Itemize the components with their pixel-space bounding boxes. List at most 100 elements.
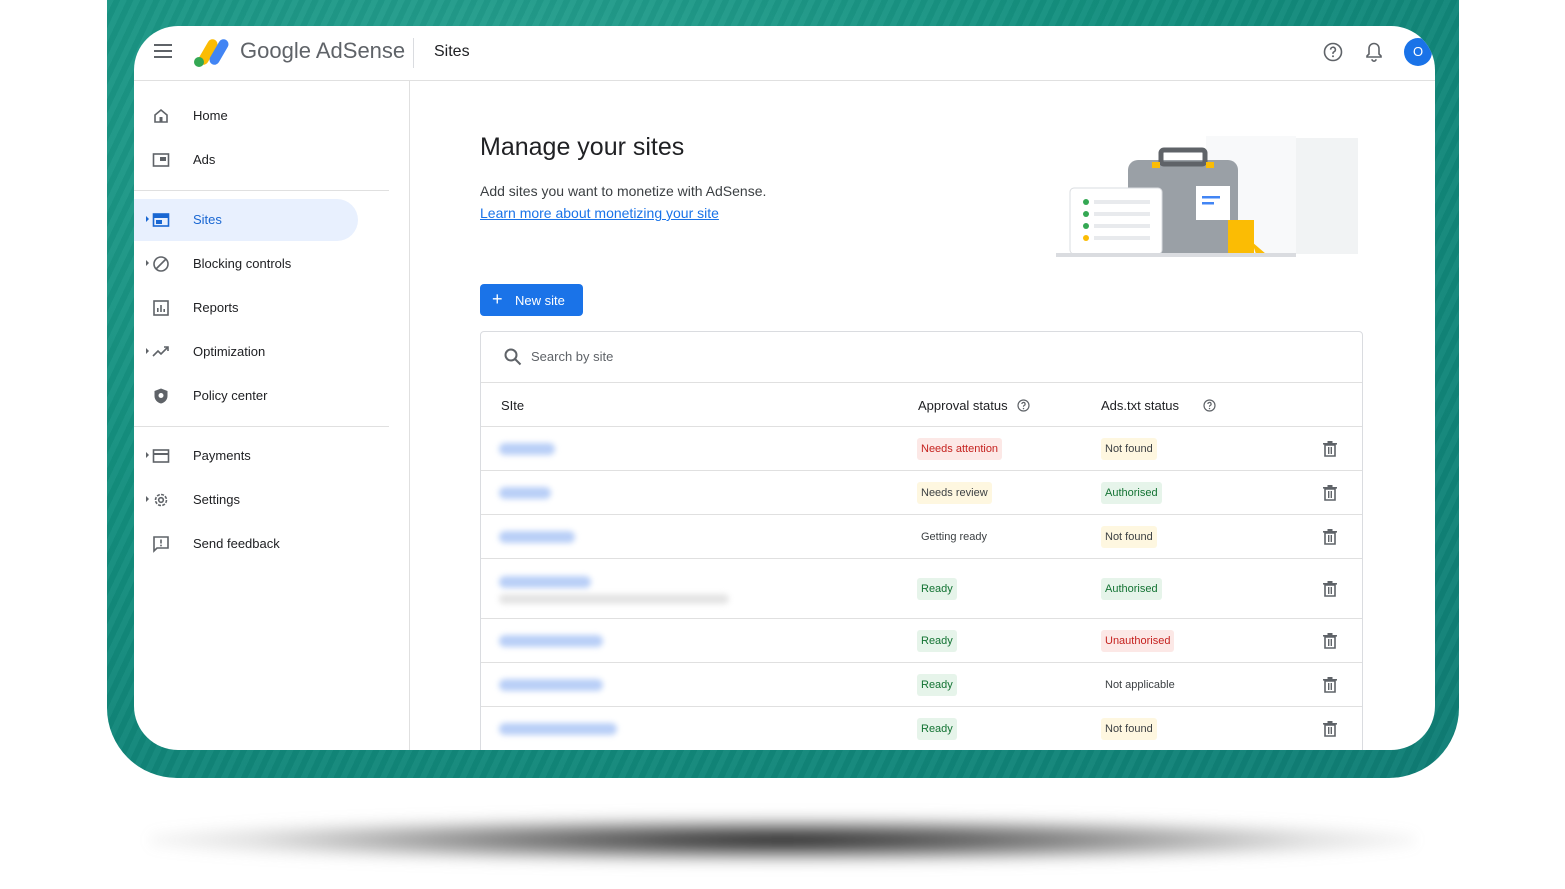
table-row[interactable]: Ready Not found (481, 707, 1362, 750)
sidebar-item-label: Payments (193, 448, 251, 463)
site-url-blurred[interactable] (499, 443, 555, 455)
app-window: Google AdSense Sites O Home Ads Sites Bl… (134, 26, 1435, 750)
briefcase-illustration (1056, 136, 1358, 257)
search-icon (504, 348, 522, 366)
home-icon (154, 108, 168, 123)
site-url-blurred[interactable] (499, 531, 575, 543)
sidebar-item-label: Reports (193, 300, 239, 315)
menu-icon[interactable] (154, 44, 172, 58)
column-header-approval-status[interactable]: Approval status (918, 398, 1008, 413)
site-subtitle-blurred (499, 594, 729, 604)
approval-status-badge: Ready (917, 674, 957, 696)
delete-trash-icon[interactable] (1323, 677, 1337, 693)
notifications-bell-icon[interactable] (1364, 41, 1384, 63)
brand-name: Google AdSense (240, 38, 406, 63)
sidebar-divider (134, 426, 389, 427)
table-header: SIte Approval status Ads.txt status (481, 383, 1362, 427)
table-row[interactable]: Needs review Authorised (481, 471, 1362, 515)
site-url-blurred[interactable] (499, 635, 603, 647)
sites-table-card: SIte Approval status Ads.txt status Need… (480, 331, 1363, 750)
approval-status-badge: Getting ready (921, 531, 988, 543)
sidebar: Home Ads Sites Blocking controls Reports… (134, 81, 410, 750)
expand-caret-icon (146, 348, 149, 354)
delete-trash-icon[interactable] (1323, 633, 1337, 649)
sidebar-item-settings[interactable]: Settings (134, 479, 358, 521)
ads-txt-status-badge: Not found (1101, 718, 1157, 740)
delete-trash-icon[interactable] (1323, 441, 1337, 457)
site-url-blurred[interactable] (499, 679, 603, 691)
column-header-site[interactable]: SIte (501, 398, 524, 413)
delete-trash-icon[interactable] (1323, 529, 1337, 545)
table-row[interactable]: Ready Not applicable (481, 663, 1362, 707)
sidebar-item-label: Policy center (193, 388, 268, 403)
delete-trash-icon[interactable] (1323, 581, 1337, 597)
learn-more-link[interactable]: Learn more about monetizing your site (480, 205, 719, 221)
approval-status-badge: Ready (917, 630, 957, 652)
help-icon[interactable] (1323, 42, 1343, 62)
sidebar-item-label: Home (193, 108, 228, 123)
sidebar-item-label: Send feedback (193, 536, 280, 551)
site-url-blurred[interactable] (499, 723, 617, 735)
block-icon (153, 256, 169, 272)
plus-icon: + (492, 289, 503, 309)
approval-status-badge: Needs attention (917, 438, 1003, 460)
sidebar-item-label: Sites (193, 212, 222, 227)
card-icon (152, 449, 170, 463)
table-row[interactable]: Ready Authorised (481, 559, 1362, 619)
sidebar-item-label: Optimization (193, 344, 266, 359)
sites-icon (152, 213, 170, 227)
new-site-label: New site (515, 293, 565, 308)
top-bar: Google AdSense Sites O (134, 26, 1435, 81)
gear-icon (154, 493, 168, 507)
approval-status-badge: Ready (917, 718, 957, 740)
expand-caret-icon (146, 260, 149, 266)
sidebar-item-label: Ads (193, 152, 216, 167)
sidebar-item-policy-center[interactable]: Policy center (134, 375, 358, 417)
approval-status-badge: Ready (917, 578, 957, 600)
ads-txt-status-badge: Authorised (1101, 482, 1162, 504)
adsense-logo-icon (194, 39, 229, 67)
ads-txt-status-badge: Not applicable (1105, 679, 1175, 691)
shield-icon (154, 388, 168, 404)
expand-caret-icon (146, 452, 149, 458)
sidebar-item-sites[interactable]: Sites (134, 199, 358, 241)
expand-caret-icon (146, 216, 149, 222)
page-heading: Manage your sites (480, 133, 685, 161)
approval-status-badge: Needs review (917, 482, 992, 504)
help-icon[interactable] (1203, 399, 1216, 412)
search-input[interactable] (531, 349, 831, 364)
ads-txt-status-badge: Unauthorised (1101, 630, 1175, 652)
table-row[interactable]: Getting ready Not found (481, 515, 1362, 559)
table-row[interactable]: Ready Unauthorised (481, 619, 1362, 663)
delete-trash-icon[interactable] (1323, 485, 1337, 501)
column-header-ads-txt-status[interactable]: Ads.txt status (1101, 398, 1179, 413)
sidebar-divider (134, 190, 389, 191)
ads-icon (152, 153, 170, 167)
delete-trash-icon[interactable] (1323, 721, 1337, 737)
site-url-blurred[interactable] (499, 576, 591, 588)
sidebar-item-ads[interactable]: Ads (134, 139, 358, 181)
help-icon[interactable] (1017, 399, 1030, 412)
new-site-button[interactable]: + New site (480, 284, 583, 316)
page-title: Sites (434, 43, 470, 60)
header-divider (413, 38, 414, 68)
site-url-blurred[interactable] (499, 487, 551, 499)
sidebar-item-optimization[interactable]: Optimization (134, 331, 358, 373)
trending-up-icon (152, 346, 169, 357)
page-description: Add sites you want to monetize with AdSe… (480, 183, 767, 199)
sidebar-item-reports[interactable]: Reports (134, 287, 358, 329)
sidebar-item-send-feedback[interactable]: Send feedback (134, 523, 358, 565)
sidebar-item-blocking-controls[interactable]: Blocking controls (134, 243, 358, 285)
reports-icon (153, 300, 169, 316)
sidebar-item-payments[interactable]: Payments (134, 435, 358, 477)
avatar[interactable]: O (1404, 38, 1432, 66)
table-row[interactable]: Needs attention Not found (481, 427, 1362, 471)
ads-txt-status-badge: Not found (1101, 438, 1157, 460)
ads-txt-status-badge: Authorised (1101, 578, 1162, 600)
expand-caret-icon (146, 496, 149, 502)
sidebar-item-home[interactable]: Home (134, 95, 358, 137)
sidebar-item-label: Settings (193, 492, 240, 507)
feedback-icon (153, 536, 169, 553)
device-shadow (150, 815, 1415, 865)
sidebar-item-label: Blocking controls (193, 256, 292, 271)
